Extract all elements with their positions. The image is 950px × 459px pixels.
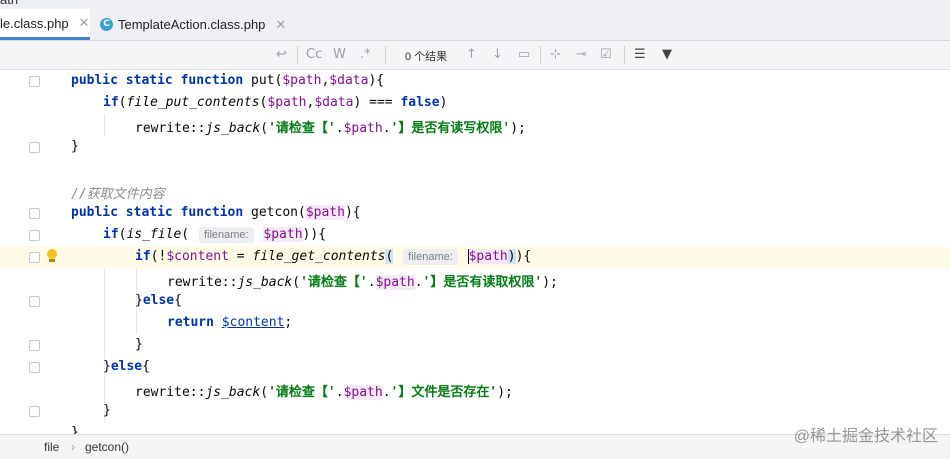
regex-button[interactable]: .* [360, 47, 371, 62]
code-text: public static function put($path,$data){ [71, 73, 385, 88]
code-text: }else{ [103, 359, 150, 374]
next-occurrence-icon[interactable]: ↓ [492, 47, 503, 62]
tab-label: le.class.php [0, 15, 69, 31]
breadcrumb-item-getcon[interactable]: getcon() [85, 440, 129, 454]
code-line: //获取文件内容 [0, 180, 950, 202]
code-text: } [71, 425, 79, 434]
code-text: rewrite::js_back('请检查【'.$path.'】是否有读写权限'… [135, 121, 526, 136]
filter-settings-icon[interactable]: ☰ [634, 47, 646, 62]
previous-occurrence-icon[interactable]: ↑ [466, 47, 477, 62]
close-icon[interactable]: ✕ [275, 17, 286, 33]
parameter-hint: filename: [198, 227, 254, 243]
fold-marker[interactable] [29, 340, 40, 351]
divider [540, 46, 541, 64]
code-line: if(is_file( filename: $path)){ [0, 224, 950, 246]
code-line: rewrite::js_back('请检查【'.$path.'】是否有读写权限'… [0, 114, 950, 136]
code-line: if(file_put_contents($path,$data) === fa… [0, 92, 950, 114]
find-toolbar: ↩ Cc W .* 0 个结果 ↑ ↓ ▭ ⊹ ⊸ ☑ ☰ ▼ [0, 41, 950, 70]
code-line-current: if(!$content = file_get_contents( filena… [0, 246, 950, 268]
code-text: if(file_put_contents($path,$data) === fa… [103, 95, 448, 110]
add-occurrence-icon[interactable]: ⊹ [550, 47, 561, 62]
breadcrumb-item-file[interactable]: file [44, 440, 59, 454]
tab-templateaction[interactable]: C TemplateAction.class.php ✕ [100, 9, 286, 40]
fold-marker[interactable] [29, 208, 40, 219]
editor-tab-bar: le.class.php ✕ C TemplateAction.class.ph… [0, 9, 950, 41]
chevron-right-icon: › [71, 440, 75, 454]
divider [385, 46, 386, 64]
code-line: rewrite::js_back('请检查【'.$path.'】文件是否存在')… [0, 378, 950, 400]
php-class-icon: C [100, 18, 113, 31]
code-text: } [71, 139, 79, 154]
code-line: return $content; [0, 312, 950, 334]
code-line: }else{ [0, 290, 950, 312]
code-text: public static function getcon($path){ [71, 205, 361, 220]
tab-active-file[interactable]: le.class.php ✕ [0, 9, 90, 40]
filter-icon[interactable]: ▼ [662, 47, 672, 62]
search-result-count: 0 个结果 [405, 51, 448, 63]
tab-label: TemplateAction.class.php [118, 17, 266, 32]
divider [297, 46, 298, 64]
replace-icon[interactable]: ↩ [276, 47, 287, 62]
parameter-hint: filename: [403, 249, 458, 265]
code-comment: //获取文件内容 [71, 187, 165, 202]
close-icon[interactable]: ✕ [79, 15, 90, 31]
fold-marker[interactable] [29, 252, 40, 263]
toggle-selection-icon[interactable]: ☑ [600, 47, 612, 62]
fold-marker[interactable] [29, 296, 40, 307]
fold-marker[interactable] [29, 406, 40, 417]
code-line: } [0, 136, 950, 158]
code-text: } [103, 403, 111, 418]
divider [624, 46, 625, 64]
code-text: } [135, 337, 143, 352]
fold-marker[interactable] [29, 142, 40, 153]
window-title: ath [0, 0, 18, 7]
code-text: if(!$content = file_get_contents( filena… [135, 249, 532, 265]
code-text: return $content; [167, 315, 293, 330]
code-line: public static function put($path,$data){ [0, 70, 950, 92]
code-line: } [0, 400, 950, 422]
code-text: if(is_file( filename: $path)){ [103, 227, 327, 243]
code-line: }else{ [0, 356, 950, 378]
fold-marker[interactable] [29, 76, 40, 87]
code-line: } [0, 334, 950, 356]
watermark: @稀土掘金技术社区 [793, 428, 938, 445]
code-text: }else{ [135, 293, 182, 308]
code-text: rewrite::js_back('请检查【'.$path.'】是否有读取权限'… [167, 275, 558, 290]
match-case-button[interactable]: Cc [306, 47, 322, 62]
words-button[interactable]: W [333, 47, 346, 62]
code-line: public static function getcon($path){ [0, 202, 950, 224]
code-line: rewrite::js_back('请检查【'.$path.'】是否有读取权限'… [0, 268, 950, 290]
select-all-occurrences-icon[interactable]: ▭ [518, 47, 530, 62]
fold-marker[interactable] [29, 230, 40, 241]
fold-marker[interactable] [29, 362, 40, 373]
code-text: rewrite::js_back('请检查【'.$path.'】文件是否存在')… [135, 385, 513, 400]
window-title-strip: ath [0, 0, 950, 9]
lightbulb-icon[interactable] [47, 249, 57, 262]
code-editor[interactable]: public static function put($path,$data){… [0, 70, 950, 434]
remove-occurrence-icon[interactable]: ⊸ [576, 47, 587, 62]
